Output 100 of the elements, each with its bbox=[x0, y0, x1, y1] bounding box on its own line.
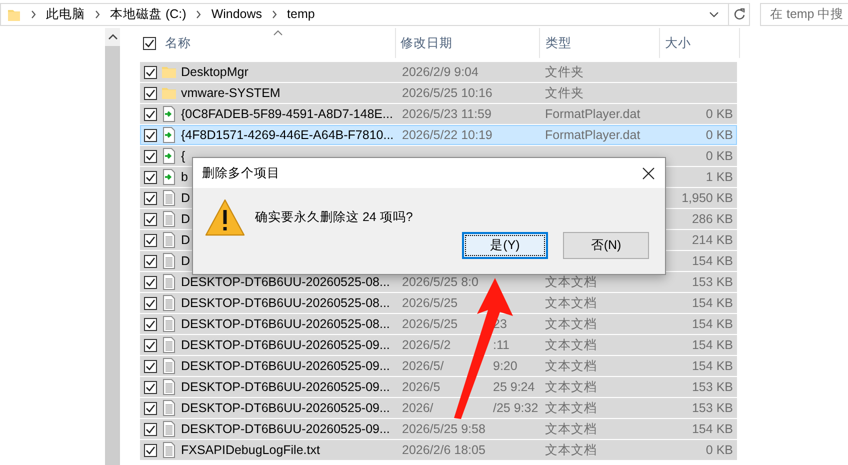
checkbox[interactable] bbox=[144, 170, 157, 184]
checkbox[interactable] bbox=[144, 128, 157, 142]
checkbox[interactable] bbox=[144, 360, 157, 372]
file-type: 文本文档 bbox=[545, 296, 597, 310]
checkbox[interactable] bbox=[144, 234, 157, 246]
file-type: 文本文档 bbox=[545, 422, 597, 436]
checkbox[interactable] bbox=[144, 444, 157, 456]
file-size: 154 KB bbox=[692, 359, 733, 373]
checkbox[interactable] bbox=[144, 192, 157, 204]
text-file-icon bbox=[161, 358, 177, 374]
file-size: 153 KB bbox=[692, 380, 733, 394]
file-type: 文本文档 bbox=[545, 400, 597, 414]
checkbox[interactable] bbox=[144, 212, 157, 226]
file-row[interactable]: DESKTOP-DT6B6UU-20260525-08... 2026/5/25 文本文档 154 KB bbox=[140, 293, 737, 313]
scroll-up-icon bbox=[108, 34, 118, 40]
chevron-right-icon bbox=[94, 10, 101, 18]
breadcrumb-item[interactable]: 本地磁盘 (C:) bbox=[110, 6, 186, 22]
modified-date: 2026/5/ bbox=[402, 359, 444, 373]
modified-date: 2026/2/6 18:05 bbox=[402, 443, 486, 457]
scrollbar[interactable] bbox=[105, 28, 120, 465]
file-row[interactable]: DesktopMgr 2026/2/9 9:04 文件夹 bbox=[140, 62, 737, 82]
modified-date: :11 bbox=[493, 338, 510, 352]
shortcut-file-icon bbox=[161, 127, 177, 143]
search-field[interactable]: 在 temp 中搜 bbox=[760, 2, 848, 26]
file-size: 0 KB bbox=[706, 128, 733, 142]
chevron-right-icon bbox=[30, 10, 37, 18]
no-button[interactable]: 否(N) bbox=[563, 232, 649, 259]
file-size: 154 KB bbox=[692, 317, 733, 331]
file-row[interactable]: DESKTOP-DT6B6UU-20260525-09... 2026/5 25 9:24 文本文档 153 KB bbox=[140, 377, 737, 397]
file-row[interactable]: vmware-SYSTEM 2026/5/25 10:16 文件夹 bbox=[140, 83, 737, 103]
file-type: 文本文档 bbox=[545, 274, 597, 288]
text-file-icon bbox=[161, 337, 177, 353]
file-name: FXSAPIDebugLogFile.txt bbox=[181, 443, 320, 457]
file-name: D bbox=[181, 191, 190, 205]
column-header[interactable]: 名称 bbox=[160, 28, 396, 58]
checkbox[interactable] bbox=[144, 150, 157, 162]
breadcrumb-item[interactable]: Windows bbox=[211, 7, 262, 21]
file-name: {4F8D1571-4269-446E-A64B-F7810... bbox=[181, 128, 394, 142]
file-row[interactable]: DESKTOP-DT6B6UU-20260525-09... 2026/5/25 9:58 文本文档 154 KB bbox=[140, 419, 737, 439]
checkbox[interactable] bbox=[144, 108, 157, 120]
checkbox[interactable] bbox=[144, 254, 157, 268]
sort-caret-icon bbox=[273, 30, 283, 36]
checkbox[interactable] bbox=[144, 296, 157, 310]
file-row[interactable]: DESKTOP-DT6B6UU-20260525-09... 2026/5/ 9:20 文本文档 154 KB bbox=[140, 356, 737, 376]
file-type: 文本文档 bbox=[545, 380, 597, 394]
checkbox[interactable] bbox=[144, 276, 157, 288]
breadcrumb-item[interactable]: 此电脑 bbox=[46, 6, 85, 22]
modified-date: 2026/5 bbox=[402, 380, 440, 394]
file-size: 153 KB bbox=[692, 401, 733, 415]
file-name: DESKTOP-DT6B6UU-20260525-08... bbox=[181, 296, 390, 310]
file-size: 154 KB bbox=[692, 422, 733, 436]
text-file-icon bbox=[161, 295, 177, 311]
folder-icon bbox=[161, 64, 177, 80]
checkbox[interactable] bbox=[144, 402, 157, 414]
file-row[interactable]: FXSAPIDebugLogFile.txt 2026/2/6 18:05 文本文档 0 KB bbox=[140, 440, 737, 460]
text-file-icon bbox=[161, 190, 177, 206]
file-type: 文本文档 bbox=[545, 316, 597, 330]
dialog-title: 删除多个项目 bbox=[202, 164, 280, 182]
file-name: DESKTOP-DT6B6UU-20260525-09... bbox=[181, 380, 390, 394]
column-header[interactable]: 大小 bbox=[660, 28, 740, 58]
checkbox[interactable] bbox=[144, 66, 157, 78]
file-row[interactable]: {0C8FADEB-5F89-4591-A8D7-148E... 2026/5/23 11:59 FormatPlayer.dat 0 KB bbox=[140, 104, 737, 124]
checkbox[interactable] bbox=[144, 380, 157, 394]
file-size: 286 KB bbox=[692, 212, 733, 226]
breadcrumb-item[interactable]: temp bbox=[287, 7, 315, 21]
folder-icon bbox=[161, 85, 177, 101]
file-size: 154 KB bbox=[692, 254, 733, 268]
dialog-message: 确实要永久删除这 24 项吗? bbox=[255, 209, 413, 226]
checkbox[interactable] bbox=[144, 86, 157, 100]
file-type: 文本文档 bbox=[545, 442, 597, 456]
checkbox[interactable] bbox=[144, 318, 157, 330]
refresh-icon bbox=[732, 8, 746, 20]
file-type: FormatPlayer.dat bbox=[545, 107, 640, 121]
checkbox[interactable] bbox=[144, 422, 157, 436]
file-row[interactable]: {4F8D1571-4269-446E-A64B-F7810... 2026/5/22 10:19 FormatPlayer.dat 0 KB bbox=[140, 125, 737, 145]
checkbox[interactable] bbox=[144, 338, 157, 352]
column-header[interactable]: 修改日期 bbox=[396, 28, 540, 58]
modified-date: 2026/5/23 11:59 bbox=[402, 107, 492, 121]
text-file-icon bbox=[161, 400, 177, 416]
checkbox[interactable] bbox=[143, 36, 156, 50]
file-row[interactable]: DESKTOP-DT6B6UU-20260525-09... 2026/ /25 9:32 文本文档 153 KB bbox=[140, 398, 737, 418]
yes-button[interactable]: 是(Y) bbox=[462, 232, 548, 259]
file-size: 154 KB bbox=[692, 296, 733, 310]
file-size: 154 KB bbox=[692, 338, 733, 352]
file-name: { bbox=[181, 149, 186, 163]
modified-date: 2026/5/2 bbox=[402, 338, 451, 352]
dropdown-caret-icon bbox=[709, 10, 719, 18]
modified-date: 25 9:24 bbox=[493, 380, 535, 394]
chevron-right-icon bbox=[195, 10, 202, 18]
file-name: vmware-SYSTEM bbox=[181, 86, 280, 100]
modified-date: /25 9:32 bbox=[493, 401, 538, 415]
text-file-icon bbox=[161, 211, 177, 227]
file-name: DESKTOP-DT6B6UU-20260525-08... bbox=[181, 275, 390, 289]
column-header[interactable]: 类型 bbox=[540, 28, 660, 58]
modified-date: 2026/5/25 9:58 bbox=[402, 422, 486, 436]
text-file-icon bbox=[161, 442, 177, 458]
close-icon[interactable] bbox=[642, 166, 655, 180]
chevron-right-icon bbox=[271, 10, 278, 18]
file-name: b bbox=[181, 170, 188, 184]
file-row[interactable]: DESKTOP-DT6B6UU-20260525-09... 2026/5/2 :11 文本文档 154 KB bbox=[140, 335, 737, 355]
